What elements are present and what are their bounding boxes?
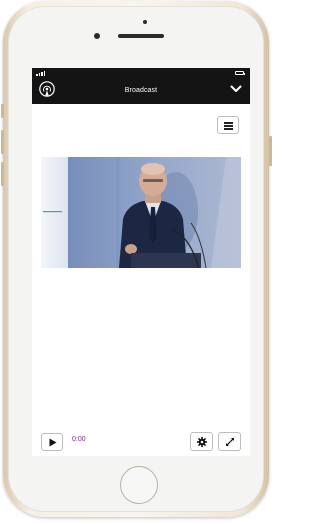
battery-icon xyxy=(235,71,245,75)
app-screen: Broadcast 0:00 xyxy=(32,68,250,456)
signal-icon xyxy=(36,71,45,76)
volume-down-button xyxy=(1,162,4,186)
page-title: Broadcast xyxy=(124,87,158,94)
settings-button[interactable] xyxy=(190,432,213,451)
fullscreen-button[interactable] xyxy=(218,432,241,451)
mute-switch xyxy=(1,104,4,118)
video-frame xyxy=(41,157,241,268)
home-button[interactable] xyxy=(120,466,158,504)
elapsed-time: 0:00 xyxy=(72,436,86,443)
front-camera xyxy=(94,33,100,39)
camera-dot xyxy=(143,20,147,24)
broadcast-icon[interactable] xyxy=(38,81,56,99)
expand-icon xyxy=(226,438,234,446)
chevron-down-icon[interactable] xyxy=(230,84,242,94)
device-mockup: Broadcast 0:00 xyxy=(0,0,273,524)
volume-up-button xyxy=(1,130,4,154)
gear-icon xyxy=(197,437,207,447)
player-controls: 0:00 xyxy=(32,426,250,456)
play-icon xyxy=(49,438,57,447)
play-button[interactable] xyxy=(41,433,63,451)
app-header: Broadcast xyxy=(32,68,250,104)
video-player[interactable] xyxy=(41,157,241,268)
menu-button[interactable] xyxy=(217,116,239,134)
earpiece-speaker xyxy=(118,34,164,38)
power-button xyxy=(269,136,272,166)
